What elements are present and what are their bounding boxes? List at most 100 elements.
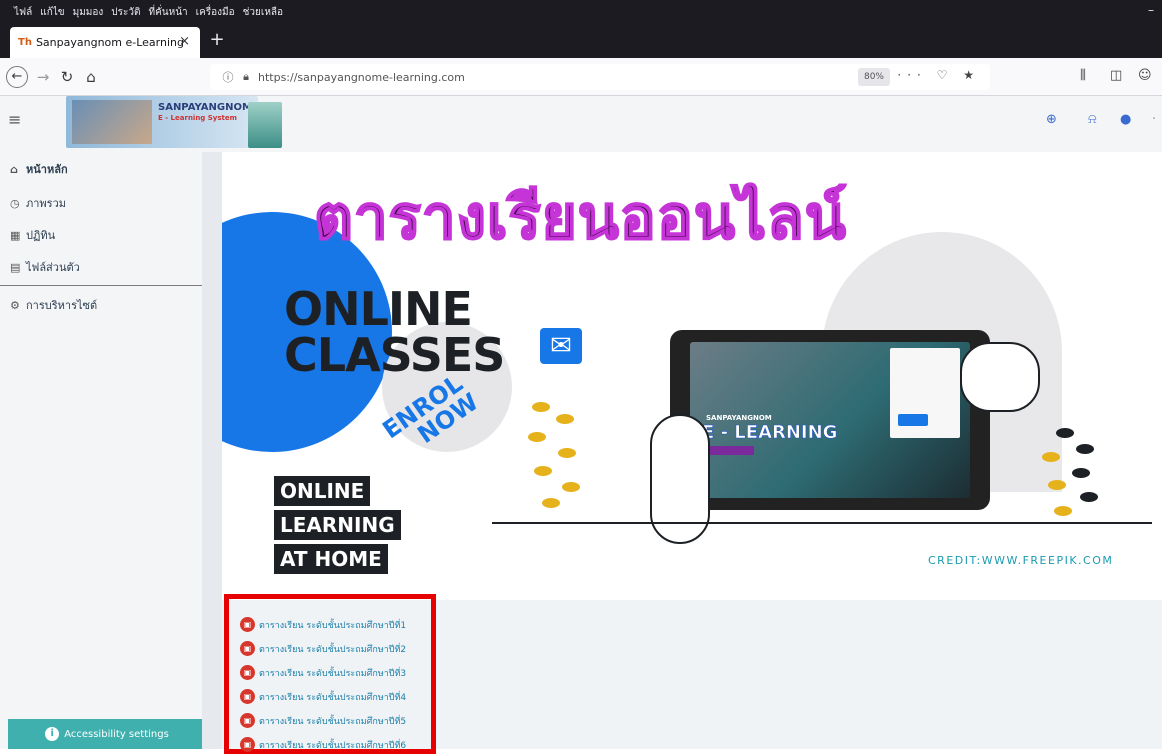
list-item[interactable]: ▣ ตารางเรียน ระดับชั้นประถมศึกษาปีที่5 [240,713,406,728]
menu-view[interactable]: มุมมอง [73,5,104,20]
menu-bar: ไฟล์ แก้ไข มุมมอง ประวัติ ที่คั่นหน้า เค… [0,0,1162,24]
sidebar-item-label: ปฏิทิน [26,229,56,242]
list-item[interactable]: ▣ ตารางเรียน ระดับชั้นประถมศึกษาปีที่3 [240,665,406,680]
clock-icon: ◷ [10,196,20,210]
sidebar-item-label: ไฟล์ส่วนตัว [26,261,80,274]
sidebar-item-calendar[interactable]: ▦ ปฏิทิน [10,226,55,244]
banner-credit: CREDIT:WWW.FREEPIK.COM [928,554,1114,567]
menu-history[interactable]: ประวัติ [111,5,140,20]
mail-icon: ✉ [540,328,582,364]
banner-online-learning-line1: ONLINE [274,476,371,506]
mixed-plant-illustration [1032,422,1102,552]
menu-file[interactable]: ไฟล์ [14,5,32,20]
navigation-bar: ← → ↻ ⌂ ⓘ 🔒︎ https://sanpayangnome-learn… [0,58,1162,96]
link-text[interactable]: ตารางเรียน ระดับชั้นประถมศึกษาปีที่1 [259,618,406,632]
sidebar-item-label: การบริหารไซต์ [26,299,98,312]
tablet-login-button [898,414,928,426]
pdf-icon: ▣ [240,737,255,752]
accessibility-icon: i [45,727,60,741]
pdf-icon: ▣ [240,665,255,680]
site-header: ≡ SANPAYANGNOM E - Learning System ⊕ ⍾ ●… [0,96,1162,152]
menu-tools[interactable]: เครื่องมือ [196,5,235,20]
lock-icon: 🔒︎ [243,70,249,83]
logo-subtitle: E - Learning System [158,114,237,122]
list-item[interactable]: ▣ ตารางเรียน ระดับชั้นประถมศึกษาปีที่4 [240,689,406,704]
tablet-login-form [890,348,960,438]
tablet-subtitle-bar [704,446,754,455]
list-item[interactable]: ▣ ตารางเรียน ระดับชั้นประถมศึกษาปีที่6 [240,737,406,752]
user-menu-icon[interactable]: · [1152,112,1156,127]
pdf-icon: ▣ [240,713,255,728]
home-icon[interactable]: ⌂ [80,66,102,88]
banner-thai-title: ตารางเรียนออนไลน์ [313,182,847,254]
hamburger-icon[interactable]: ≡ [8,110,21,129]
tab-close-icon[interactable]: × [179,34,190,49]
sidebar-icon[interactable]: ◫ [1110,68,1122,83]
menu-help[interactable]: ช่วยเหลือ [243,5,283,20]
address-bar[interactable]: ⓘ 🔒︎ https://sanpayangnome-learning.com … [210,64,990,90]
sidebar: ⌂ หน้าหลัก ◷ ภาพรวม ▦ ปฏิทิน ▤ ไฟล์ส่วนต… [0,152,206,749]
banner-image: ตารางเรียนออนไลน์ ONLINE CLASSES ✉ ENROL… [222,152,1162,600]
pdf-icon: ▣ [240,641,255,656]
right-hand-illustration [960,342,1040,412]
logo-title: SANPAYANGNOM [158,102,252,113]
info-icon[interactable]: ⓘ [218,69,238,85]
tablet-illustration: SANPAYANGNOM E - LEARNING [670,330,990,510]
page-actions[interactable]: ··· ♡ ★ [897,68,980,82]
library-icon[interactable]: ⫼ [1080,68,1086,83]
menu-bookmarks[interactable]: ที่คั่นหน้า [149,5,188,20]
banner-online-learning-line3: AT HOME [274,544,388,574]
url-text[interactable]: https://sanpayangnome-learning.com [258,71,465,84]
left-hand-illustration [650,414,710,544]
link-text[interactable]: ตารางเรียน ระดับชั้นประถมศึกษาปีที่2 [259,642,406,656]
sidebar-item-label: ภาพรวม [26,197,67,210]
new-tab-button[interactable]: + [206,27,228,53]
desk-line [492,522,1152,524]
forward-icon[interactable]: → [32,66,54,88]
banner-classes: CLASSES [284,328,505,382]
logo-photo [72,100,152,144]
message-icon[interactable]: ● [1120,112,1131,127]
tab-title: Sanpayangnom e-Learning [35,36,184,49]
sidebar-item-files[interactable]: ▤ ไฟล์ส่วนตัว [10,258,80,276]
header-image [248,102,282,148]
window-minimize-button[interactable]: – [1148,3,1154,17]
back-icon[interactable]: ← [6,66,28,88]
favicon-icon: Th [18,37,32,48]
sidebar-divider [0,285,202,286]
browser-tab[interactable]: Th Sanpayangnom e-Learning × [10,27,200,58]
list-item[interactable]: ▣ ตารางเรียน ระดับชั้นประถมศึกษาปีที่1 [240,617,406,632]
link-text[interactable]: ตารางเรียน ระดับชั้นประถมศึกษาปีที่4 [259,690,406,704]
banner-online-learning-line2: LEARNING [274,510,401,540]
language-icon[interactable]: ⊕ [1046,112,1057,127]
yellow-plant-illustration [522,392,592,522]
tablet-title: E - LEARNING [702,422,838,444]
grid-icon: ▦ [10,228,21,242]
link-text[interactable]: ตารางเรียน ระดับชั้นประถมศึกษาปีที่6 [259,738,406,752]
reload-icon[interactable]: ↻ [56,66,78,88]
pdf-icon: ▣ [240,689,255,704]
menu-edit[interactable]: แก้ไข [40,5,64,20]
home-icon: ⌂ [10,162,18,176]
gear-icon: ⚙ [10,298,20,312]
tablet-screen: SANPAYANGNOM E - LEARNING [690,342,970,498]
sidebar-item-dashboard[interactable]: ◷ ภาพรวม [10,194,66,212]
content-gutter [202,152,222,749]
account-icon[interactable]: ☺ [1138,68,1152,83]
link-text[interactable]: ตารางเรียน ระดับชั้นประถมศึกษาปีที่3 [259,666,406,680]
pdf-icon: ▣ [240,617,255,632]
file-icon: ▤ [10,260,21,274]
link-text[interactable]: ตารางเรียน ระดับชั้นประถมศึกษาปีที่5 [259,714,406,728]
accessibility-label: Accessibility settings [64,728,169,740]
list-item[interactable]: ▣ ตารางเรียน ระดับชั้นประถมศึกษาปีที่2 [240,641,406,656]
tablet-brand: SANPAYANGNOM [706,414,772,422]
zoom-level[interactable]: 80% [857,68,890,86]
banner-online: ONLINE [284,282,473,336]
accessibility-settings-button[interactable]: i Accessibility settings [8,719,206,749]
sidebar-item-site-admin[interactable]: ⚙ การบริหารไซต์ [10,296,97,314]
notification-icon[interactable]: ⍾ [1088,112,1097,127]
site-logo[interactable]: SANPAYANGNOM E - Learning System [66,96,258,148]
sidebar-item-label: หน้าหลัก [26,163,68,176]
sidebar-item-home[interactable]: ⌂ หน้าหลัก [10,160,68,178]
tab-strip: Th Sanpayangnom e-Learning × + [0,24,1162,58]
